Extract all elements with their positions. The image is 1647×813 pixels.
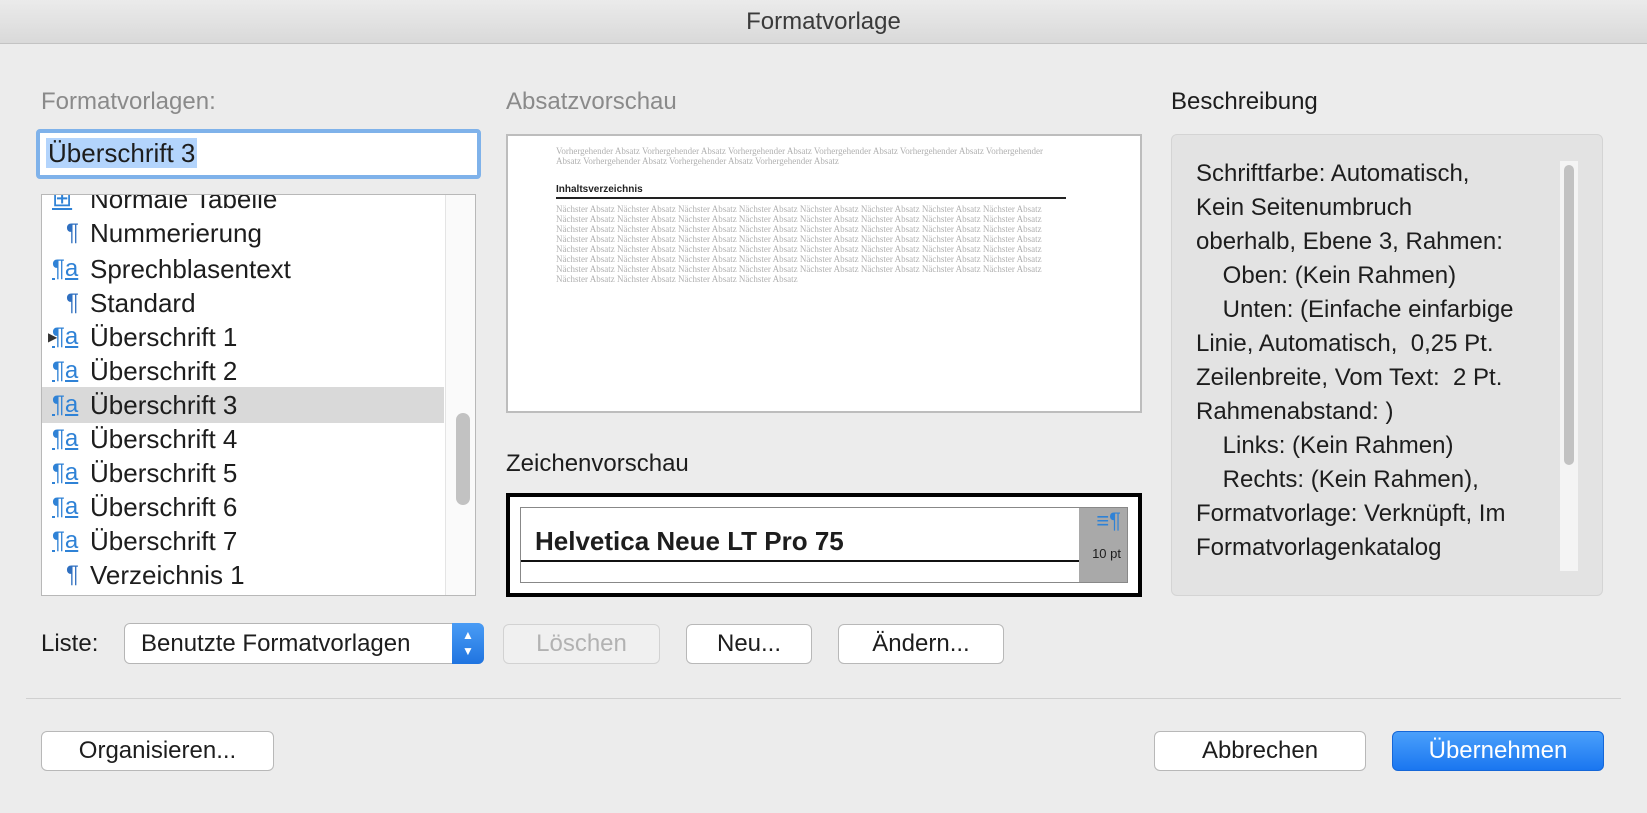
scrollbar-thumb[interactable] xyxy=(456,413,470,505)
char-preview-underline xyxy=(521,560,1087,562)
list-filter-popup[interactable]: Benutzte Formatvorlagen ▲ ▼ xyxy=(124,623,484,664)
style-name-value[interactable]: Überschrift 3 xyxy=(46,138,198,168)
list-item[interactable]: ¶ Verzeichnis 1 xyxy=(42,557,444,593)
list-item[interactable]: ¶a Sprechblasentext xyxy=(42,251,444,287)
new-button[interactable]: Neu... xyxy=(686,624,812,664)
list-item[interactable]: ¶ Standard xyxy=(42,285,444,321)
description-box: Schriftfarbe: Automatisch, Kein Seitenum… xyxy=(1171,134,1603,596)
cancel-button[interactable]: Abbrechen xyxy=(1154,731,1366,771)
description-scrollbar[interactable] xyxy=(1560,161,1578,571)
list-item-label: Überschrift 4 xyxy=(90,424,238,454)
list-item[interactable]: ¶a Überschrift 4 xyxy=(42,421,444,457)
preview-previous-paragraph: Vorhergehender Absatz Vorhergehender Abs… xyxy=(556,146,1044,166)
paragraph-format-icon: ≡¶ xyxy=(1096,508,1121,533)
list-item-label: Überschrift 7 xyxy=(90,526,238,556)
preview-next-paragraph: Nächster Absatz Nächster Absatz Nächster… xyxy=(556,204,1042,284)
list-item[interactable]: ¶a Überschrift 5 xyxy=(42,455,444,491)
list-item[interactable]: ¶a Überschrift 7 xyxy=(42,523,444,559)
list-item[interactable]: ¶a Überschrift 2 xyxy=(42,353,444,389)
list-item-label: Überschrift 3 xyxy=(90,390,238,420)
paragraph-preview: Vorhergehender Absatz Vorhergehender Abs… xyxy=(506,134,1142,413)
organize-button[interactable]: Organisieren... xyxy=(41,731,274,771)
linked-style-icon: ¶a xyxy=(52,493,79,520)
style-name-field[interactable]: Überschrift 3 xyxy=(36,129,481,179)
apply-button[interactable]: Übernehmen xyxy=(1392,731,1604,771)
list-filter-label: Liste: xyxy=(41,630,99,657)
char-preview: Helvetica Neue LT Pro 75 ≡¶ 10 pt xyxy=(506,493,1142,597)
list-item[interactable]: ¶a Überschrift 6 xyxy=(42,489,444,525)
linked-style-icon: ¶a xyxy=(52,255,79,282)
list-item[interactable]: ▶ ¶a Überschrift 1 xyxy=(42,319,444,355)
char-preview-label: Zeichenvorschau xyxy=(506,450,689,477)
linked-style-icon: ¶a xyxy=(52,357,79,384)
table-icon: ⊞ xyxy=(52,194,73,212)
styles-label: Formatvorlagen: xyxy=(41,88,216,115)
list-item-label: Standard xyxy=(90,288,196,318)
styles-list-scrollbar[interactable] xyxy=(445,195,475,595)
description-label: Beschreibung xyxy=(1171,88,1318,115)
font-size-label: 10 pt xyxy=(1092,546,1121,561)
paragraph-preview-label: Absatzvorschau xyxy=(506,88,677,115)
styles-list[interactable]: ⊞ Normale Tabelle ¶ Nummerierung ¶a Spre… xyxy=(41,194,476,596)
char-preview-sample: Helvetica Neue LT Pro 75 xyxy=(535,526,844,556)
description-text: Schriftfarbe: Automatisch, Kein Seitenum… xyxy=(1196,160,1514,561)
list-item-label: Sprechblasentext xyxy=(90,254,291,284)
preview-heading: Inhaltsverzeichnis xyxy=(556,184,1066,199)
linked-style-icon: ¶a xyxy=(52,323,79,350)
linked-style-icon: ¶a xyxy=(52,527,79,554)
scrollbar-thumb[interactable] xyxy=(1564,165,1574,465)
list-item-selected[interactable]: ¶a Überschrift 3 xyxy=(42,387,444,423)
separator xyxy=(26,698,1621,699)
list-item-label: Normale Tabelle xyxy=(90,194,278,214)
linked-style-icon: ¶a xyxy=(52,459,79,486)
list-item-label: Überschrift 1 xyxy=(90,322,238,352)
list-item-label: Nummerierung xyxy=(90,218,262,248)
list-item[interactable]: ¶ Nummerierung xyxy=(42,215,444,251)
window-title: Formatvorlage xyxy=(0,0,1647,44)
linked-style-icon: ¶a xyxy=(52,391,79,418)
char-preview-frame: Helvetica Neue LT Pro 75 ≡¶ 10 pt xyxy=(520,507,1128,583)
modify-button[interactable]: Ändern... xyxy=(838,624,1004,664)
list-item-label: Überschrift 6 xyxy=(90,492,238,522)
delete-button[interactable]: Löschen xyxy=(503,624,660,664)
list-filter-value: Benutzte Formatvorlagen xyxy=(141,630,411,657)
list-item-label: Überschrift 2 xyxy=(90,356,238,386)
linked-style-icon: ¶a xyxy=(52,425,79,452)
list-item-label: Überschrift 5 xyxy=(90,458,238,488)
char-preview-sidebar: ≡¶ 10 pt xyxy=(1079,508,1127,582)
list-item[interactable]: ⊞ Normale Tabelle xyxy=(42,194,444,217)
updown-chevron-icon: ▲ ▼ xyxy=(452,623,484,664)
list-item-label: Verzeichnis 1 xyxy=(90,560,245,590)
